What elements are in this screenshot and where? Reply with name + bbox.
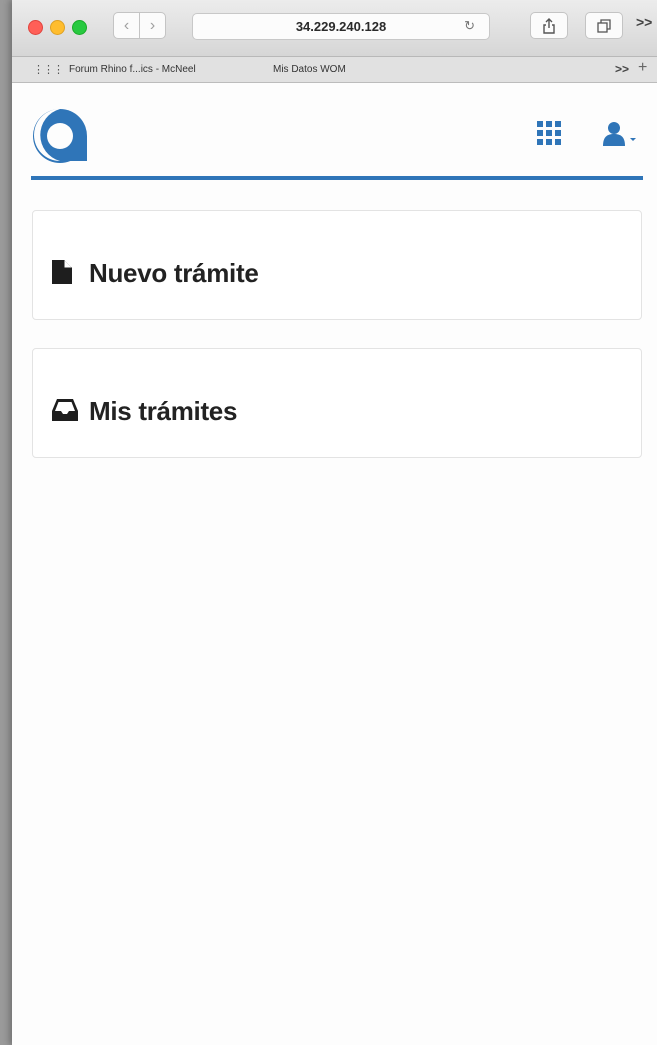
app-logo[interactable] <box>30 107 90 163</box>
show-tabs-button[interactable] <box>585 12 623 39</box>
minimize-window-button[interactable] <box>50 20 65 35</box>
bookmark-item[interactable]: Mis Datos WOM <box>273 64 346 75</box>
mis-tramites-card[interactable]: Mis trámites <box>32 348 642 458</box>
grid-icon[interactable] <box>537 121 563 147</box>
share-icon <box>543 18 555 34</box>
reload-icon[interactable]: ↻ <box>464 18 475 34</box>
bookmarks-bar: ⋮⋮⋮ Forum Rhino f...ics - McNeel Mis Dat… <box>12 57 657 83</box>
toolbar-overflow-button[interactable]: >> <box>636 14 652 30</box>
chevron-left-icon: ‹ <box>123 17 130 34</box>
nuevo-tramite-card[interactable]: Nuevo trámite <box>32 210 642 320</box>
zoom-window-button[interactable] <box>72 20 87 35</box>
url-text: 34.229.240.128 <box>295 19 387 34</box>
mis-tramites-label: Mis trámites <box>89 396 238 426</box>
page-content: Nuevo trámite Mis trámites <box>12 83 657 1045</box>
back-button[interactable]: ‹ <box>113 12 140 39</box>
new-tab-button[interactable]: + <box>638 59 647 77</box>
close-window-button[interactable] <box>28 20 43 35</box>
bookmarks-overflow-button[interactable]: >> <box>615 62 629 76</box>
browser-toolbar: ‹ › 34.229.240.128 ↻ >> <box>12 0 657 57</box>
user-icon[interactable] <box>602 121 638 147</box>
bookmarks-grid-icon[interactable]: ⋮⋮⋮ <box>33 63 64 76</box>
bookmark-item[interactable]: Forum Rhino f...ics - McNeel <box>69 64 196 75</box>
browser-window: ‹ › 34.229.240.128 ↻ >> ⋮⋮⋮ Forum Rhino … <box>12 0 657 1045</box>
chevron-right-icon: › <box>149 17 156 34</box>
forward-button[interactable]: › <box>139 12 166 39</box>
file-icon <box>52 260 72 284</box>
header-divider <box>31 176 643 180</box>
inbox-icon <box>52 399 78 421</box>
nuevo-tramite-label: Nuevo trámite <box>89 258 259 288</box>
share-button[interactable] <box>530 12 568 39</box>
tabs-icon <box>597 19 611 33</box>
address-bar[interactable]: 34.229.240.128 ↻ <box>192 13 490 40</box>
